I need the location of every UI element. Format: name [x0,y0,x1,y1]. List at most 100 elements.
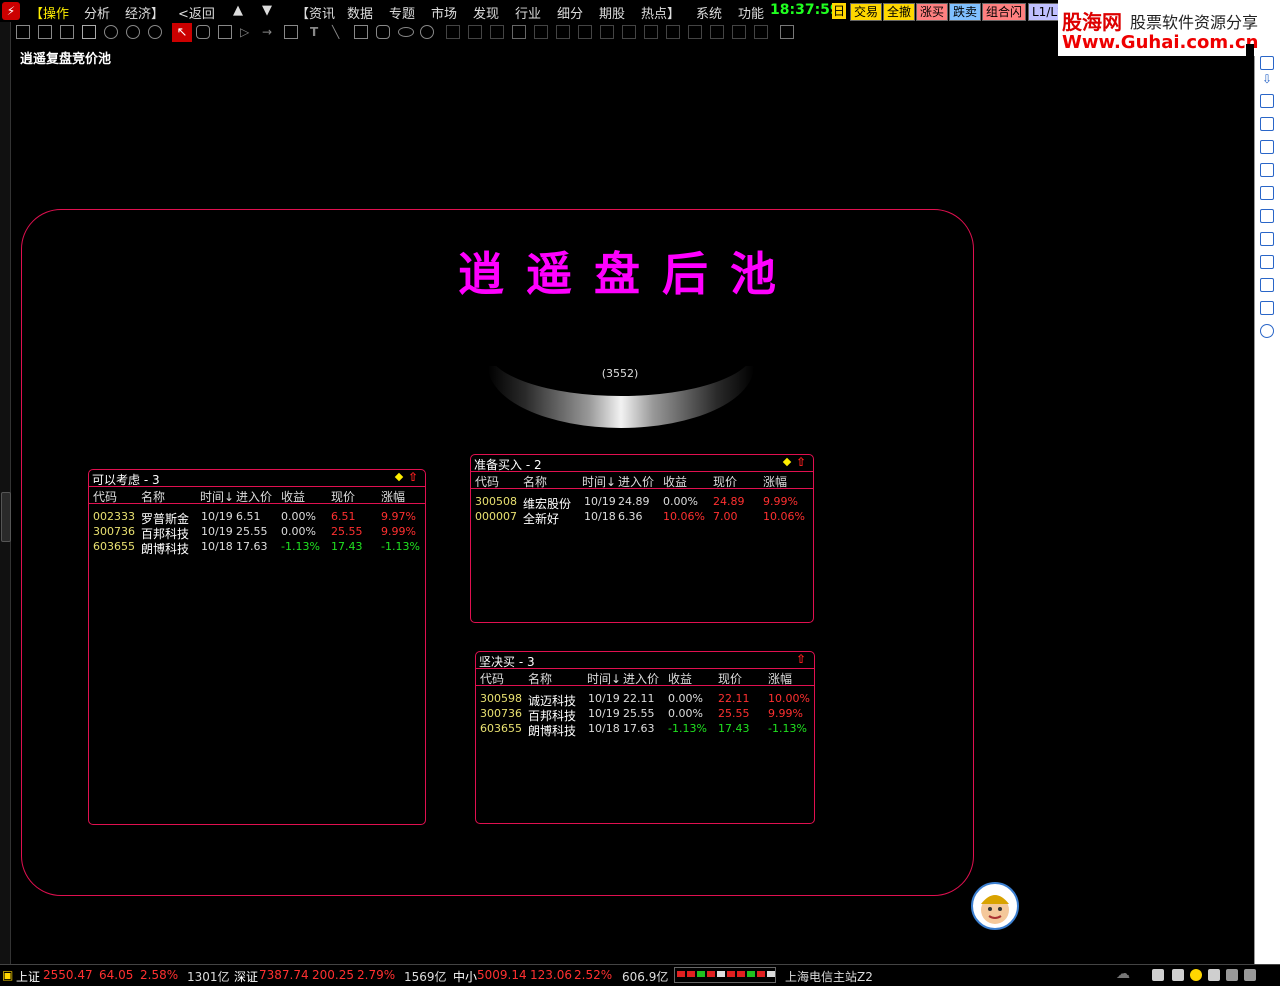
same-height-icon[interactable] [622,25,636,39]
left-edge-bar [0,22,11,964]
menu-system[interactable]: 系统 [696,3,722,22]
cell-time: 10/19 [201,525,233,538]
text-tool-icon[interactable]: T [310,25,324,39]
line-arrow-tool-icon[interactable]: → [262,25,276,39]
menu-data[interactable]: 数据 [347,3,373,22]
notepad-icon[interactable] [1152,969,1164,981]
sidebar-f12-icon[interactable] [1260,278,1274,292]
sidebar-report-icon[interactable] [1260,255,1274,269]
sz-label[interactable]: 深证 [234,968,258,985]
delete-icon[interactable] [82,25,96,39]
diamond-icon[interactable] [394,472,404,482]
open-folder-icon[interactable] [38,25,52,39]
text-box-tool-icon[interactable] [218,25,232,39]
sidebar-table-icon[interactable] [1260,117,1274,131]
stop-icon[interactable] [148,25,162,39]
circle-tool-icon[interactable] [420,25,434,39]
sidebar-formula-icon[interactable] [1260,301,1274,315]
menu-function[interactable]: 功能 [738,3,764,22]
space-h-icon[interactable] [666,25,680,39]
align-right-icon[interactable] [490,25,504,39]
level-switch-button[interactable]: L1/L2 [1028,3,1060,21]
menu-market[interactable]: 市场 [431,3,457,22]
sidebar-scroll-up-icon[interactable] [1260,56,1274,70]
play-icon[interactable] [104,25,118,39]
sidebar-list-icon[interactable] [1260,186,1274,200]
space-v-icon[interactable] [688,25,702,39]
rounded-rect-tool-icon[interactable] [196,25,210,39]
menu-down-arrow[interactable]: ▼ [262,3,272,18]
menu-operate[interactable]: 【操作 [30,3,69,22]
cell-price: 7.00 [713,510,738,523]
panel-prepare-buy[interactable]: 准备买入 - 2 ⇧ 代码 名称 时间↓ 进入价 收益 现价 涨幅 300508… [470,454,814,623]
assistant-avatar[interactable] [971,882,1019,930]
rect-tool-icon[interactable] [354,25,368,39]
select-cursor-icon[interactable]: ↖ [172,23,192,42]
arrow-tool-icon[interactable]: ▷ [240,25,254,39]
page-title: 逍遥复盘竞价池 [20,52,112,67]
diamond-icon[interactable] [782,457,792,467]
calendar-icon[interactable] [1172,969,1184,981]
tools-icon[interactable] [1208,969,1220,981]
up-arrow-icon[interactable]: ⇧ [408,471,420,483]
align-left-icon[interactable] [446,25,460,39]
sidebar-f10-icon[interactable] [1260,209,1274,223]
center-v-icon[interactable] [732,25,746,39]
panel-firm-buy[interactable]: 坚决买 - 3 ⇧ 代码 名称 时间↓ 进入价 收益 现价 涨幅 300598 诚… [475,651,815,824]
menu-up-arrow[interactable]: ▲ [233,3,243,18]
server-label[interactable]: 上海电信主站Z2 [785,968,873,985]
same-width-icon[interactable] [600,25,614,39]
menu-economy[interactable]: 经济】 [125,3,164,22]
cancel-all-button[interactable]: 全撤 [883,3,916,21]
ellipse-tool-icon[interactable] [398,27,414,37]
up-arrow-icon[interactable]: ⇧ [796,653,808,665]
pause-icon[interactable] [126,25,140,39]
up-arrow-icon[interactable]: ⇧ [796,456,808,468]
panel-consider[interactable]: 可以考虑 - 3 ⇧ 代码 名称 时间↓ 进入价 收益 现价 涨幅 002333… [88,469,426,825]
round-rect-tool-icon[interactable] [376,25,390,39]
sidebar-layout-icon[interactable] [1260,232,1274,246]
trade-button[interactable]: 交易 [850,3,883,21]
antenna-icon[interactable] [1244,969,1256,981]
sidebar-candle-chart-icon[interactable] [1260,163,1274,177]
distribute-v-icon[interactable] [578,25,592,39]
new-file-icon[interactable] [16,25,30,39]
tree-layout-icon[interactable] [780,25,794,39]
align-center-icon[interactable] [468,25,482,39]
menu-segment[interactable]: 细分 [557,3,583,22]
center-h-icon[interactable] [710,25,724,39]
bring-front-icon[interactable] [754,25,768,39]
rise-buy-button[interactable]: 涨买 [916,3,949,21]
tree-icon[interactable] [1226,969,1238,981]
menu-news[interactable]: 【资讯 [296,3,335,22]
copy-tool-icon[interactable] [284,25,298,39]
menu-back[interactable]: <返回 [178,3,215,22]
line-tool-icon[interactable]: ╲ [332,25,346,39]
same-size-icon[interactable] [644,25,658,39]
sh-label[interactable]: 上证 [16,968,40,985]
fill-bucket-icon[interactable] [512,25,526,39]
combo-flash-button[interactable]: 组合闪 [982,3,1027,21]
fall-sell-button[interactable]: 跌卖 [949,3,982,21]
sidebar-circle-icon[interactable] [1260,324,1274,338]
menu-discover[interactable]: 发现 [473,3,499,22]
menu-futures[interactable]: 期股 [599,3,625,22]
coin-icon[interactable] [1190,969,1202,981]
app-logo-icon[interactable]: ⚡ [2,2,20,20]
collapse-handle[interactable] [1,492,11,542]
cloud-icon[interactable]: ☁ [1116,966,1130,982]
save-icon[interactable] [60,25,74,39]
watermark-logo: 股海网 [1062,10,1122,34]
sidebar-down-arrow-icon[interactable]: ⇩ [1260,72,1274,86]
distribute-h-icon[interactable] [556,25,570,39]
cell-gain: 10.06% [663,510,705,523]
sidebar-notes-icon[interactable] [1260,94,1274,108]
line-style-icon[interactable] [534,25,548,39]
menu-industry[interactable]: 行业 [515,3,541,22]
menu-topics[interactable]: 专题 [389,3,415,22]
menu-analysis[interactable]: 分析 [84,3,110,22]
zx-label[interactable]: 中小 [453,968,477,985]
menu-hotspot[interactable]: 热点】 [641,3,680,22]
cell-code: 300736 [93,525,135,538]
sidebar-line-chart-icon[interactable] [1260,140,1274,154]
